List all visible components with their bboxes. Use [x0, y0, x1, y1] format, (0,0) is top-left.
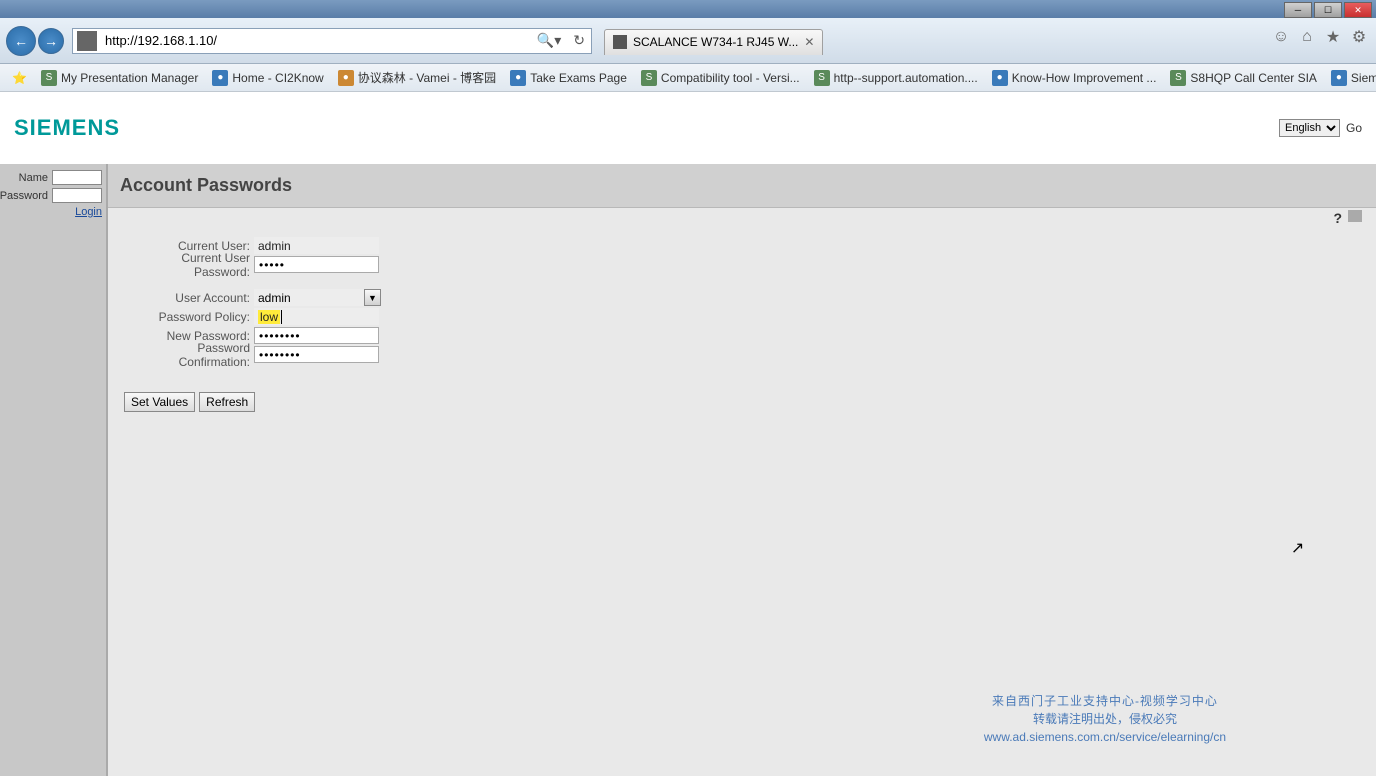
- help-icon[interactable]: ?: [1333, 210, 1342, 226]
- bookmark-label: Home - CI2Know: [232, 71, 323, 85]
- back-button[interactable]: ←: [6, 26, 36, 56]
- bookmark-favicon-icon: S: [1170, 70, 1186, 86]
- bookmark-item[interactable]: ● Home - CI2Know: [206, 68, 329, 88]
- password-form: Current User: admin Current User Passwor…: [108, 208, 1376, 388]
- password-policy-label: Password Policy:: [124, 310, 254, 324]
- name-input[interactable]: [52, 170, 102, 185]
- bookmark-favicon-icon: ●: [510, 70, 526, 86]
- page-title: Account Passwords: [120, 175, 292, 196]
- smiley-icon[interactable]: ☺: [1272, 28, 1290, 46]
- bookmark-favicon-icon: ●: [1331, 70, 1347, 86]
- mouse-cursor-icon: [1291, 538, 1304, 558]
- bookmark-favicon-icon: S: [814, 70, 830, 86]
- bookmark-favicon-icon: S: [641, 70, 657, 86]
- bookmark-item[interactable]: S Compatibility tool - Versi...: [635, 68, 806, 88]
- bookmark-item[interactable]: ● Know-How Improvement ...: [986, 68, 1163, 88]
- login-link[interactable]: Login: [4, 206, 102, 218]
- maximize-button[interactable]: ☐: [1314, 2, 1342, 18]
- set-values-button[interactable]: Set Values: [124, 392, 195, 412]
- tools-icon[interactable]: ⚙: [1350, 28, 1368, 46]
- favorites-star-icon[interactable]: ⭐: [6, 69, 33, 87]
- refresh-button[interactable]: Refresh: [199, 392, 255, 412]
- bookmark-item[interactable]: S S8HQP Call Center SIA: [1164, 68, 1323, 88]
- bookmark-label: http--support.automation....: [834, 71, 978, 85]
- bookmark-item[interactable]: S My Presentation Manager: [35, 68, 204, 88]
- bookmark-favicon-icon: ●: [338, 70, 354, 86]
- page: SIEMENS English Go Name Password Login A…: [0, 92, 1376, 776]
- bookmark-label: My Presentation Manager: [61, 71, 198, 85]
- current-user-value: admin: [254, 237, 379, 254]
- user-account-value: admin: [254, 289, 364, 306]
- current-password-label: Current User Password:: [124, 251, 254, 279]
- current-password-input[interactable]: [254, 256, 379, 273]
- language-select[interactable]: English: [1279, 119, 1340, 137]
- user-account-dropdown-button[interactable]: ▼: [364, 289, 381, 306]
- language-selector: English Go: [1279, 119, 1362, 137]
- bookmark-label: S8HQP Call Center SIA: [1190, 71, 1317, 85]
- password-confirm-input[interactable]: [254, 346, 379, 363]
- reload-icon[interactable]: ↻: [567, 32, 591, 49]
- url-input[interactable]: [101, 33, 531, 48]
- search-icon[interactable]: 🔍▾: [531, 32, 567, 49]
- print-icon[interactable]: [1348, 210, 1362, 222]
- bookmark-label: Know-How Improvement ...: [1012, 71, 1157, 85]
- browser-tab[interactable]: SCALANCE W734-1 RJ45 W... ✕: [604, 29, 823, 55]
- bookmark-favicon-icon: ●: [212, 70, 228, 86]
- new-password-input[interactable]: [254, 327, 379, 344]
- siemens-logo: SIEMENS: [14, 115, 120, 141]
- page-header: SIEMENS English Go: [0, 92, 1376, 164]
- password-input[interactable]: [52, 188, 102, 203]
- browser-toolbar: ← → 🔍▾ ↻ SCALANCE W734-1 RJ45 W... ✕ ☺ ⌂…: [0, 18, 1376, 64]
- bookmark-item[interactable]: ● Siemens Corporate Entitle...: [1325, 68, 1376, 88]
- password-label: Password: [0, 190, 48, 202]
- bookmark-bar: ⭐ S My Presentation Manager ● Home - CI2Kn…: [0, 64, 1376, 92]
- bookmark-favicon-icon: S: [41, 70, 57, 86]
- tab-strip: SCALANCE W734-1 RJ45 W... ✕: [604, 27, 823, 55]
- password-policy-value: low: [254, 308, 379, 325]
- site-icon: [77, 31, 97, 51]
- watermark-line2: 转载请注明出处，侵权必究: [984, 710, 1226, 728]
- go-link[interactable]: Go: [1346, 121, 1362, 135]
- bookmark-label: Compatibility tool - Versi...: [661, 71, 800, 85]
- home-icon[interactable]: ⌂: [1298, 28, 1316, 46]
- name-label: Name: [19, 172, 48, 184]
- watermark-line1: 来自西门子工业支持中心-视频学习中心: [984, 692, 1226, 710]
- tab-close-icon[interactable]: ✕: [804, 35, 814, 49]
- bookmark-label: 协议森林 - Vamei - 博客园: [358, 69, 496, 86]
- favicon: [613, 35, 627, 49]
- favorites-icon[interactable]: ★: [1324, 28, 1342, 46]
- login-sidebar: Name Password Login: [0, 164, 108, 776]
- minimize-button[interactable]: ─: [1284, 2, 1312, 18]
- watermark-line3: www.ad.siemens.com.cn/service/elearning/…: [984, 728, 1226, 746]
- window-controls: ─ ☐ ✕: [1284, 2, 1372, 18]
- title-band: Account Passwords: [108, 164, 1376, 208]
- bookmark-item[interactable]: ● Take Exams Page: [504, 68, 633, 88]
- address-bar[interactable]: 🔍▾ ↻: [72, 28, 592, 54]
- bookmark-label: Take Exams Page: [530, 71, 627, 85]
- bookmark-item[interactable]: Shttp--support.automation....: [808, 68, 984, 88]
- bookmark-label: Siemens Corporate Entitle...: [1351, 71, 1376, 85]
- user-account-label: User Account:: [124, 291, 254, 305]
- tab-title: SCALANCE W734-1 RJ45 W...: [633, 35, 798, 49]
- password-confirm-label: Password Confirmation:: [124, 341, 254, 369]
- content-area: Account Passwords ? Current User: admin …: [108, 164, 1376, 776]
- bookmark-favicon-icon: ●: [992, 70, 1008, 86]
- window-titlebar: ─ ☐ ✕: [0, 0, 1376, 18]
- watermark: 来自西门子工业支持中心-视频学习中心 转载请注明出处，侵权必究 www.ad.s…: [984, 692, 1226, 746]
- bookmark-item[interactable]: ●协议森林 - Vamei - 博客园: [332, 67, 502, 88]
- close-button[interactable]: ✕: [1344, 2, 1372, 18]
- forward-button[interactable]: →: [38, 28, 64, 54]
